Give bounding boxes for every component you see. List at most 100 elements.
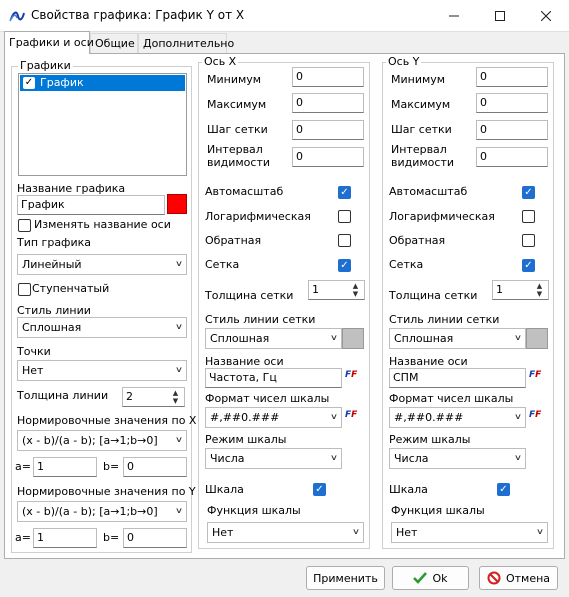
axis-x-name-field[interactable]: Частота, Гц: [205, 368, 342, 388]
axis-x-grid-label: Сетка: [205, 258, 240, 271]
tab-graphs-axes[interactable]: Графики и оси: [4, 31, 94, 54]
list-item[interactable]: ✓ График: [20, 75, 185, 91]
axis-y-grid-checkbox[interactable]: ✓: [522, 259, 535, 272]
spinner-arrows-icon[interactable]: ▲ ▼: [169, 389, 182, 405]
axis-y-inverse-checkbox[interactable]: [522, 234, 535, 247]
points-select[interactable]: Нет ∨: [17, 360, 187, 381]
window-title: Свойства графика: График Y от X: [31, 8, 245, 22]
axis-x-autoscale-checkbox[interactable]: ✓: [338, 186, 351, 199]
graph-type-value: Линейный: [22, 258, 82, 271]
axis-y-max-label: Максимум: [391, 98, 451, 111]
axis-y-autoscale-checkbox[interactable]: ✓: [522, 186, 535, 199]
axis-x-min-field[interactable]: 0: [292, 67, 364, 87]
axis-y-autoscale-label: Автомасштаб: [389, 185, 468, 198]
axis-y-interval-label: Интервал: [391, 143, 447, 156]
cancel-label: Отмена: [505, 571, 551, 585]
tab-advanced[interactable]: Дополнительно: [138, 33, 234, 53]
axis-y-name-font-icon[interactable]: FF: [529, 370, 541, 380]
axis-x-inverse-checkbox[interactable]: [338, 234, 351, 247]
spinner-arrows-icon[interactable]: ▲ ▼: [533, 282, 546, 298]
axis-y-max-field[interactable]: 0: [476, 93, 548, 113]
chevron-down-icon: ∨: [174, 322, 184, 331]
axis-x-grid-checkbox[interactable]: ✓: [338, 259, 351, 272]
axis-y-interval-label-2: видимости: [391, 156, 455, 169]
chevron-down-icon: ∨: [351, 527, 361, 536]
line-style-select[interactable]: Сплошная ∨: [17, 317, 187, 338]
axis-x-grid-style-select[interactable]: Сплошная ∨: [205, 328, 342, 349]
axis-y-scale-mode-select[interactable]: Числа ∨: [389, 448, 526, 469]
minimize-icon[interactable]: [431, 0, 477, 31]
axis-x-scale-func-select[interactable]: Нет ∨: [207, 522, 364, 543]
axis-x-scale-mode-value: Числа: [210, 452, 245, 465]
chevron-down-icon: ∨: [513, 412, 523, 421]
norm-y-select[interactable]: (x - b)/(a - b); [a→1;b→0] ∨: [17, 501, 187, 522]
chevron-down-icon: ∨: [535, 527, 545, 536]
line-width-value: 2: [126, 390, 133, 403]
apply-label: Применить: [313, 571, 378, 585]
checkmark-icon: [413, 572, 428, 584]
axis-y-log-checkbox[interactable]: [522, 210, 535, 223]
axis-x-scale-func-label: Функция шкалы: [207, 504, 301, 517]
graph-visible-checkbox[interactable]: ✓: [23, 77, 35, 89]
tab-general[interactable]: Общие: [90, 33, 138, 53]
norm-x-value: (x - b)/(a - b); [a→1;b→0]: [22, 434, 158, 447]
axis-x-max-field[interactable]: 0: [292, 93, 364, 113]
ok-button[interactable]: Ok: [392, 566, 469, 590]
axis-y-format-select[interactable]: #,##0.### ∨: [389, 407, 526, 428]
axis-x-scale-mode-label: Режим шкалы: [205, 433, 287, 446]
apply-button[interactable]: Применить: [306, 566, 385, 590]
stepped-checkbox[interactable]: [18, 283, 31, 296]
axis-y-name-field[interactable]: СПМ: [389, 368, 526, 388]
axis-x-interval-field[interactable]: 0: [292, 147, 364, 167]
axis-x-name-font-icon[interactable]: FF: [345, 370, 357, 380]
graph-name-label: Название графика: [17, 182, 126, 195]
axis-y-min-field[interactable]: 0: [476, 67, 548, 87]
axis-x-grid-width-spinner[interactable]: 1 ▲ ▼: [308, 280, 365, 300]
graph-color-swatch[interactable]: [167, 194, 187, 214]
axis-y-legend: Ось Y: [386, 55, 422, 68]
spinner-arrows-icon[interactable]: ▲ ▼: [349, 282, 362, 298]
line-width-spinner[interactable]: 2 ▲ ▼: [122, 387, 185, 407]
chart-app-icon: [9, 11, 25, 22]
axis-x-log-label: Логарифмическая: [205, 210, 311, 223]
axis-y-format-font-icon[interactable]: FF: [529, 410, 541, 420]
axis-y-interval-field[interactable]: 0: [476, 147, 548, 167]
norm-x-a-field[interactable]: 1: [33, 457, 97, 477]
cancel-button[interactable]: Отмена: [479, 566, 558, 590]
axis-x-autoscale-label: Автомасштаб: [205, 185, 284, 198]
axis-x-grid-color-swatch[interactable]: [342, 328, 364, 349]
graphs-list[interactable]: ✓ График: [18, 73, 187, 176]
axis-y-scale-func-select[interactable]: Нет ∨: [391, 522, 548, 543]
axis-x-interval-label: Интервал: [207, 143, 263, 156]
norm-y-b-field[interactable]: 0: [123, 528, 187, 548]
maximize-icon[interactable]: [477, 0, 523, 31]
axis-x-format-select[interactable]: #,##0.### ∨: [205, 407, 342, 428]
axis-y-grid-style-select[interactable]: Сплошная ∨: [389, 328, 526, 349]
axis-y-grid-label: Сетка: [389, 258, 424, 271]
axis-y-grid-color-swatch[interactable]: [526, 328, 548, 349]
axis-x-max-label: Максимум: [207, 98, 267, 111]
axis-x-log-checkbox[interactable]: [338, 210, 351, 223]
norm-x-select[interactable]: (x - b)/(a - b); [a→1;b→0] ∨: [17, 430, 187, 451]
axis-x-scale-mode-select[interactable]: Числа ∨: [205, 448, 342, 469]
axis-y-format-label: Формат чисел шкалы: [389, 392, 514, 405]
axis-y-step-field[interactable]: 0: [476, 120, 548, 140]
axis-x-legend: Ось X: [202, 55, 239, 68]
axis-y-grid-width-spinner[interactable]: 1 ▲ ▼: [492, 280, 549, 300]
axis-x-scale-label: Шкала: [205, 483, 244, 496]
axis-x-scale-checkbox[interactable]: ✓: [313, 483, 326, 496]
norm-x-b-field[interactable]: 0: [123, 457, 187, 477]
axis-y-log-label: Логарифмическая: [389, 210, 495, 223]
axis-x-format-font-icon[interactable]: FF: [345, 410, 357, 420]
chevron-down-icon: ∨: [174, 365, 184, 374]
rename-axis-checkbox[interactable]: [18, 219, 31, 232]
chevron-down-icon: ∨: [513, 453, 523, 462]
graph-type-select[interactable]: Линейный ∨: [17, 254, 187, 275]
graph-name-field[interactable]: График: [17, 195, 165, 215]
axis-y-name-label: Название оси: [389, 355, 468, 368]
norm-y-a-field[interactable]: 1: [33, 528, 97, 548]
norm-y-value: (x - b)/(a - b); [a→1;b→0]: [22, 505, 158, 518]
close-icon[interactable]: [523, 0, 569, 31]
axis-x-step-field[interactable]: 0: [292, 120, 364, 140]
axis-y-scale-checkbox[interactable]: ✓: [497, 483, 510, 496]
